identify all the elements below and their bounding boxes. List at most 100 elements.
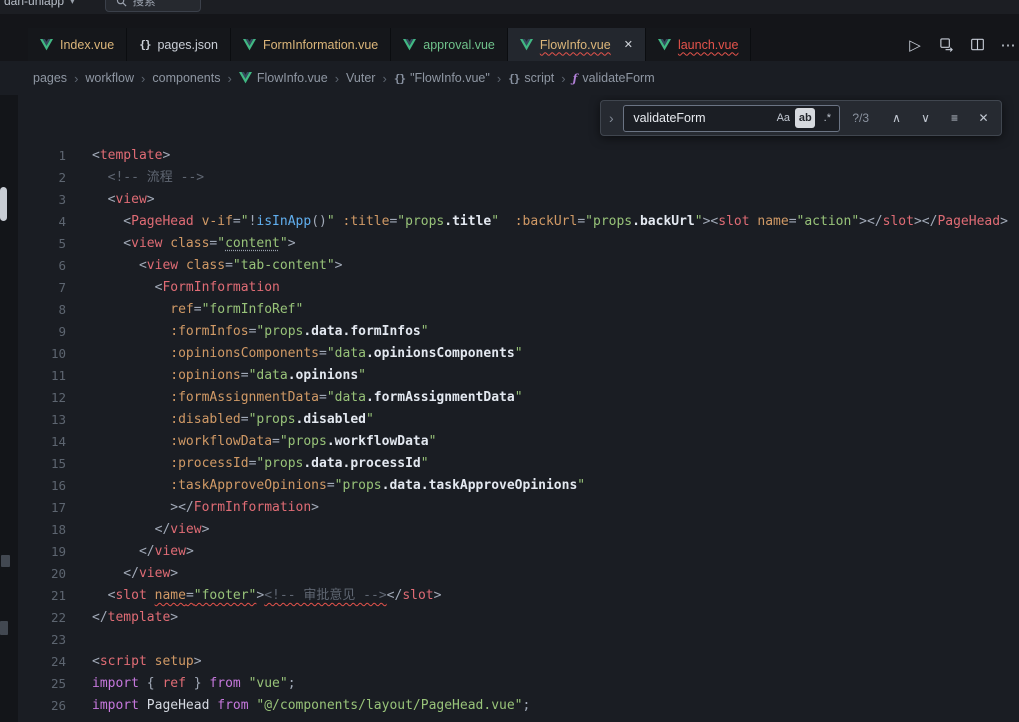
line-number[interactable]: 21	[18, 585, 66, 607]
code-line[interactable]: 4 <PageHead v-if="!isInApp()" :title="pr…	[18, 211, 1019, 233]
tab-approval-vue[interactable]: approval.vue	[391, 28, 508, 61]
code-line[interactable]: 14 :workflowData="props.workflowData"	[18, 431, 1019, 453]
line-number[interactable]: 22	[18, 607, 66, 629]
close-icon[interactable]: ✕	[624, 38, 633, 51]
code-line[interactable]: 10 :opinionsComponents="data.opinionsCom…	[18, 343, 1019, 365]
code-text: import { ref } from "vue";	[92, 673, 296, 695]
line-number[interactable]: 3	[18, 189, 66, 211]
line-number[interactable]: 13	[18, 409, 66, 431]
line-number[interactable]: 12	[18, 387, 66, 409]
tab-pages-json[interactable]: {}pages.json	[127, 28, 231, 61]
breadcrumb-label: validateForm	[582, 71, 654, 85]
line-number[interactable]: 1	[18, 145, 66, 167]
whole-word-toggle[interactable]: ab	[795, 108, 815, 128]
breadcrumb-separator: ›	[74, 71, 78, 86]
code-line[interactable]: 2 <!-- 流程 -->	[18, 167, 1019, 189]
code-line[interactable]: 26import PageHead from "@/components/lay…	[18, 695, 1019, 717]
line-number[interactable]: 23	[18, 629, 66, 651]
vue-icon	[658, 39, 671, 51]
line-number[interactable]: 16	[18, 475, 66, 497]
breadcrumb-item-workflow[interactable]: workflow	[85, 71, 134, 85]
find-close-button[interactable]: ✕	[972, 111, 995, 125]
code-line[interactable]: 12 :formAssignmentData="data.formAssignm…	[18, 387, 1019, 409]
breadcrumb-item-components[interactable]: components	[152, 71, 220, 85]
line-number[interactable]: 26	[18, 695, 66, 717]
tab-flowinfo-vue[interactable]: FlowInfo.vue ✕	[508, 28, 646, 61]
code-line[interactable]: 18 </view>	[18, 519, 1019, 541]
code-line[interactable]: 21 <slot name="footer"><!-- 审批意见 --></sl…	[18, 585, 1019, 607]
code-line[interactable]: 23	[18, 629, 1019, 651]
line-number[interactable]: 9	[18, 321, 66, 343]
tab-bar: Index.vue{}pages.jsonFormInformation.vue…	[0, 14, 1019, 61]
code-line[interactable]: 8 ref="formInfoRef"	[18, 299, 1019, 321]
tab-label: approval.vue	[423, 38, 495, 52]
line-number[interactable]: 11	[18, 365, 66, 387]
line-number[interactable]: 7	[18, 277, 66, 299]
line-number[interactable]: 19	[18, 541, 66, 563]
tab-forminformation-vue[interactable]: FormInformation.vue	[231, 28, 391, 61]
code-line[interactable]: 3 <view>	[18, 189, 1019, 211]
line-number[interactable]: 5	[18, 233, 66, 255]
vue-icon	[239, 72, 252, 84]
code-line[interactable]: 13 :disabled="props.disabled"	[18, 409, 1019, 431]
breadcrumb-item-pages[interactable]: pages	[33, 71, 67, 85]
regex-toggle[interactable]: .*	[817, 108, 837, 128]
code-line[interactable]: 9 :formInfos="props.data.formInfos"	[18, 321, 1019, 343]
breadcrumb-label: components	[152, 71, 220, 85]
vue-icon	[520, 39, 533, 51]
line-number[interactable]: 25	[18, 673, 66, 695]
left-scrollbar-handle[interactable]	[0, 187, 7, 221]
breadcrumb-item-flowinfo-vue[interactable]: FlowInfo.vue	[239, 71, 328, 85]
find-previous-button[interactable]: ∧	[885, 111, 908, 125]
tab-label: FlowInfo.vue	[540, 38, 611, 52]
code-line[interactable]: 16 :taskApproveOpinions="props.data.task…	[18, 475, 1019, 497]
line-number[interactable]: 6	[18, 255, 66, 277]
more-actions-icon[interactable]: ⋯	[999, 36, 1017, 54]
breadcrumb-item-script[interactable]: {}script	[508, 71, 554, 85]
split-editor-icon[interactable]	[968, 37, 986, 52]
breadcrumb-item-validateform[interactable]: ƒvalidateForm	[573, 71, 655, 85]
tab-index-vue[interactable]: Index.vue	[28, 28, 127, 61]
code-line[interactable]: 19 </view>	[18, 541, 1019, 563]
code-line[interactable]: 25 import { ref } from "vue";	[18, 673, 1019, 695]
code-line[interactable]: 7 <FormInformation	[18, 277, 1019, 299]
code-line[interactable]: 17 ></FormInformation>	[18, 497, 1019, 519]
tab-launch-vue[interactable]: launch.vue	[646, 28, 751, 61]
code-line[interactable]: 20 </view>	[18, 563, 1019, 585]
line-number[interactable]: 10	[18, 343, 66, 365]
find-input[interactable]	[626, 110, 771, 126]
code-text: <slot name="footer"><!-- 审批意见 --></slot>	[92, 585, 441, 607]
editor-actions: ▷ ⋯	[896, 28, 1019, 61]
line-number[interactable]: 20	[18, 563, 66, 585]
run-button[interactable]: ▷	[906, 36, 924, 54]
workspace-menu[interactable]: dan-uniapp ▾	[0, 0, 75, 8]
global-search-box[interactable]: 搜索	[105, 0, 201, 12]
code-lines: 1<template>2 <!-- 流程 -->3 <view>4 <PageH…	[18, 95, 1019, 722]
code-line[interactable]: 24<script setup>	[18, 651, 1019, 673]
breadcrumb-item-flowinfo-vue[interactable]: {}"FlowInfo.vue"	[394, 71, 490, 85]
line-number[interactable]: 15	[18, 453, 66, 475]
line-number[interactable]: 2	[18, 167, 66, 189]
code-line[interactable]: 1<template>	[18, 145, 1019, 167]
code-line[interactable]: 22</template>	[18, 607, 1019, 629]
code-line[interactable]: 15 :processId="props.data.processId"	[18, 453, 1019, 475]
line-number[interactable]: 4	[18, 211, 66, 233]
line-number[interactable]: 8	[18, 299, 66, 321]
find-expand-chevron[interactable]: ›	[605, 110, 617, 126]
line-number[interactable]: 14	[18, 431, 66, 453]
line-number[interactable]: 17	[18, 497, 66, 519]
code-line[interactable]: 5 <view class="content">	[18, 233, 1019, 255]
breadcrumb-label: "FlowInfo.vue"	[410, 71, 490, 85]
code-text: <view>	[92, 189, 155, 211]
find-next-button[interactable]: ∨	[914, 111, 937, 125]
code-line[interactable]: 11 :opinions="data.opinions"	[18, 365, 1019, 387]
line-number[interactable]: 18	[18, 519, 66, 541]
code-line[interactable]: 6 <view class="tab-content">	[18, 255, 1019, 277]
line-number[interactable]: 24	[18, 651, 66, 673]
match-case-toggle[interactable]: Aa	[773, 108, 793, 128]
code-text: ref="formInfoRef"	[92, 299, 303, 321]
open-changes-icon[interactable]	[937, 37, 955, 52]
breadcrumb-item-vuter[interactable]: Vuter	[346, 71, 375, 85]
code-text: :processId="props.data.processId"	[92, 453, 429, 475]
find-in-selection-icon[interactable]: ≡	[943, 111, 966, 125]
